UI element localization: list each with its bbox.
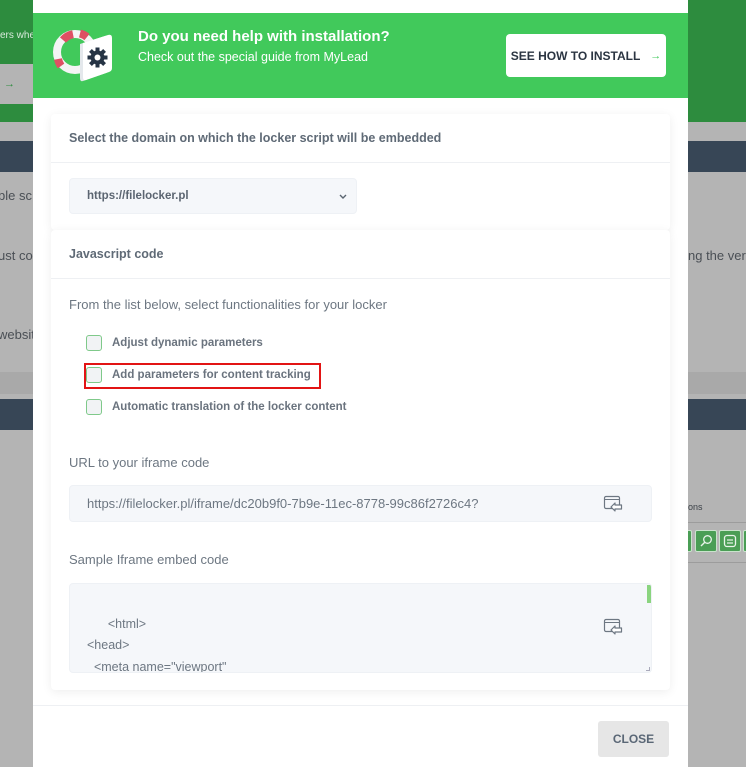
checkbox[interactable] — [86, 367, 102, 383]
domain-select-value: https://filelocker.pl — [87, 190, 189, 202]
see-how-to-install-button[interactable]: SEE HOW TO INSTALL → — [506, 34, 666, 77]
chevron-down-icon — [339, 194, 347, 199]
scrollbar-thumb[interactable] — [647, 585, 651, 603]
option-label: Automatic translation of the locker cont… — [112, 401, 347, 413]
background-divider — [688, 522, 746, 523]
option-label: Adjust dynamic parameters — [112, 337, 263, 349]
footer-divider — [33, 705, 688, 706]
javascript-card: Javascript code From the list below, sel… — [51, 230, 670, 690]
install-button-label: SEE HOW TO INSTALL — [510, 48, 641, 63]
arrow-right-icon: → — [4, 78, 15, 90]
search-icon — [700, 535, 712, 547]
background-text: ng the ver — [688, 248, 746, 263]
background-search-button — [695, 530, 717, 552]
domain-select[interactable]: https://filelocker.pl — [69, 178, 357, 214]
background-text: ons — [688, 502, 703, 512]
functionalities-intro: From the list below, select functionalit… — [69, 297, 387, 312]
list-icon — [723, 534, 737, 548]
banner-subtitle: Check out the special guide from MyLead — [138, 50, 368, 64]
background-text: ble sc — [0, 188, 32, 203]
close-button[interactable]: CLOSE — [598, 721, 669, 757]
background-text: ers whe — [0, 30, 36, 41]
javascript-card-title: Javascript code — [51, 230, 670, 279]
background-text: websit — [0, 327, 35, 342]
checkbox[interactable] — [86, 399, 102, 415]
checkbox[interactable] — [86, 335, 102, 351]
copy-icon[interactable] — [603, 618, 623, 636]
background-divider — [688, 562, 746, 563]
option-automatic-translation[interactable]: Automatic translation of the locker cont… — [86, 398, 347, 416]
resize-handle[interactable] — [646, 667, 650, 671]
arrow-right-icon: → — [650, 49, 662, 62]
option-adjust-dynamic-parameters[interactable]: Adjust dynamic parameters — [86, 334, 263, 352]
background-list-button — [719, 530, 741, 552]
option-label: Add parameters for content tracking — [112, 369, 311, 381]
install-modal: Do you need help with installation? Chec… — [33, 0, 688, 767]
option-content-tracking[interactable]: Add parameters for content tracking — [86, 366, 311, 384]
banner-title: Do you need help with installation? — [138, 28, 390, 45]
help-banner: Do you need help with installation? Chec… — [33, 13, 688, 98]
iframe-url-value: https://filelocker.pl/iframe/dc20b9f0-7b… — [87, 496, 479, 511]
embed-code-value: <html> <head> <meta name="viewport" cont… — [87, 616, 227, 673]
iframe-url-field[interactable]: https://filelocker.pl/iframe/dc20b9f0-7b… — [69, 485, 652, 522]
domain-card-title: Select the domain on which the locker sc… — [51, 114, 670, 163]
lifebuoy-gear-icon — [53, 29, 112, 82]
iframe-url-label: URL to your iframe code — [69, 455, 210, 470]
background-text: ust co — [0, 248, 33, 263]
copy-icon[interactable] — [603, 495, 623, 513]
background-button: → — [0, 64, 34, 104]
domain-card: Select the domain on which the locker sc… — [51, 114, 670, 230]
embed-code-label: Sample Iframe embed code — [69, 552, 229, 567]
embed-code-textarea[interactable]: <html> <head> <meta name="viewport" cont… — [69, 583, 652, 673]
